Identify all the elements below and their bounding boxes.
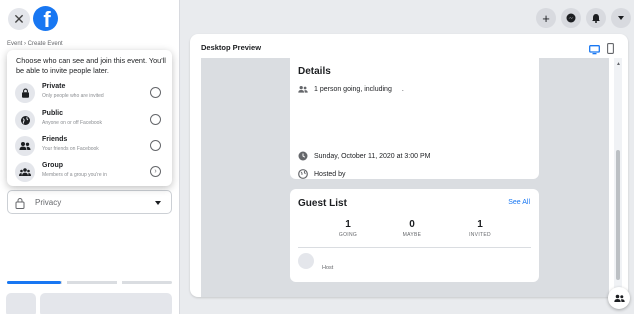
- option-subtitle: Members of a group you're in: [42, 172, 107, 178]
- privacy-description: Choose who can see and join this event. …: [16, 56, 166, 75]
- details-card: Details 1 person going, including . Sund…: [290, 58, 539, 179]
- account-menu-button[interactable]: [611, 8, 631, 28]
- radio-button[interactable]: [150, 87, 161, 98]
- stat-value: 1: [345, 219, 351, 230]
- clock-icon: [298, 151, 308, 161]
- stat-value: 0: [409, 219, 415, 230]
- radio-button[interactable]: [150, 140, 161, 151]
- event-preview-canvas: Details 1 person going, including . Sund…: [201, 58, 609, 297]
- scrollbar-thumb[interactable]: [616, 150, 620, 280]
- progress-bar: [7, 281, 172, 284]
- option-subtitle: Your friends on Facebook: [42, 146, 99, 152]
- stat-maybe[interactable]: 0 MAYBE: [382, 219, 442, 238]
- radio-button[interactable]: [150, 114, 161, 125]
- hosted-by-label: Hosted by: [314, 170, 346, 178]
- privacy-option-private[interactable]: Private Only people who are invited: [11, 80, 169, 106]
- friends-icon: [15, 136, 35, 156]
- option-title: Group: [42, 162, 63, 169]
- guest-list-card: Guest List See All 1 GOING 0 MAYBE 1 INV…: [290, 189, 539, 282]
- caret-down-icon: [155, 201, 161, 205]
- mobile-icon[interactable]: [607, 41, 614, 59]
- notifications-icon: [592, 14, 600, 23]
- stat-invited[interactable]: 1 INVITED: [450, 219, 510, 238]
- globe-icon: [15, 110, 35, 130]
- see-all-link[interactable]: See All: [508, 199, 530, 206]
- details-heading: Details: [298, 66, 331, 77]
- notifications-button[interactable]: [586, 8, 606, 28]
- privacy-dropdown: Choose who can see and join this event. …: [7, 50, 172, 186]
- privacy-option-group[interactable]: Group Members of a group you're in ›: [11, 159, 169, 185]
- progress-separator: [62, 281, 67, 284]
- messenger-icon: [566, 13, 576, 23]
- hosted-by-row: Hosted by: [298, 169, 346, 179]
- facebook-logo[interactable]: f: [33, 6, 58, 31]
- stat-value: 1: [477, 219, 483, 230]
- top-bar: +: [181, 0, 634, 36]
- option-title: Friends: [42, 136, 68, 143]
- progress-fill: [7, 281, 62, 284]
- breadcrumb[interactable]: Event › Create Event: [7, 41, 63, 47]
- stat-label: INVITED: [469, 232, 491, 238]
- avatar[interactable]: [298, 253, 314, 269]
- lock-icon: [15, 83, 35, 103]
- option-subtitle: Only people who are invited: [42, 93, 104, 99]
- next-button[interactable]: [40, 293, 172, 314]
- globe-icon: [298, 169, 308, 179]
- chevron-right-icon[interactable]: ›: [150, 166, 161, 177]
- facebook-logo-letter: f: [43, 7, 51, 31]
- desktop-preview-panel: Desktop Preview Details 1 person going, …: [190, 34, 628, 297]
- privacy-select[interactable]: Privacy: [7, 190, 172, 214]
- plus-icon: +: [542, 10, 550, 26]
- host-label: Host: [322, 265, 334, 271]
- privacy-select-value: Privacy: [35, 198, 62, 207]
- close-icon: ✕: [13, 10, 25, 27]
- close-button[interactable]: ✕: [8, 8, 30, 30]
- going-text: 1 person going, including: [314, 85, 392, 93]
- stat-label: GOING: [338, 232, 358, 238]
- stat-going[interactable]: 1 GOING: [318, 219, 378, 238]
- option-subtitle: Anyone on or off Facebook: [42, 120, 102, 126]
- create-button[interactable]: +: [536, 8, 556, 28]
- date-row: Sunday, October 11, 2020 at 3:00 PM: [298, 151, 430, 161]
- account-menu-icon: [618, 16, 624, 20]
- people-icon: [298, 84, 308, 94]
- group-icon: [15, 162, 35, 182]
- lock-icon: [15, 196, 25, 214]
- back-button[interactable]: [6, 293, 36, 314]
- stat-label: MAYBE: [402, 232, 422, 238]
- privacy-option-public[interactable]: Public Anyone on or off Facebook: [11, 107, 169, 133]
- scroll-up-icon[interactable]: ▲: [616, 61, 621, 67]
- scrollbar[interactable]: ▲: [614, 58, 622, 297]
- going-row: 1 person going, including .: [298, 84, 404, 94]
- guest-list-heading: Guest List: [298, 198, 347, 209]
- people-icon: [613, 294, 625, 302]
- divider: [298, 247, 531, 248]
- option-title: Public: [42, 110, 64, 117]
- going-suffix: .: [401, 85, 404, 93]
- privacy-option-friends[interactable]: Friends Your friends on Facebook: [11, 133, 169, 159]
- contacts-button[interactable]: [608, 287, 630, 309]
- event-date: Sunday, October 11, 2020 at 3:00 PM: [314, 152, 431, 160]
- preview-title: Desktop Preview: [201, 43, 262, 52]
- messenger-button[interactable]: [561, 8, 581, 28]
- progress-separator: [117, 281, 122, 284]
- option-title: Private: [42, 83, 66, 90]
